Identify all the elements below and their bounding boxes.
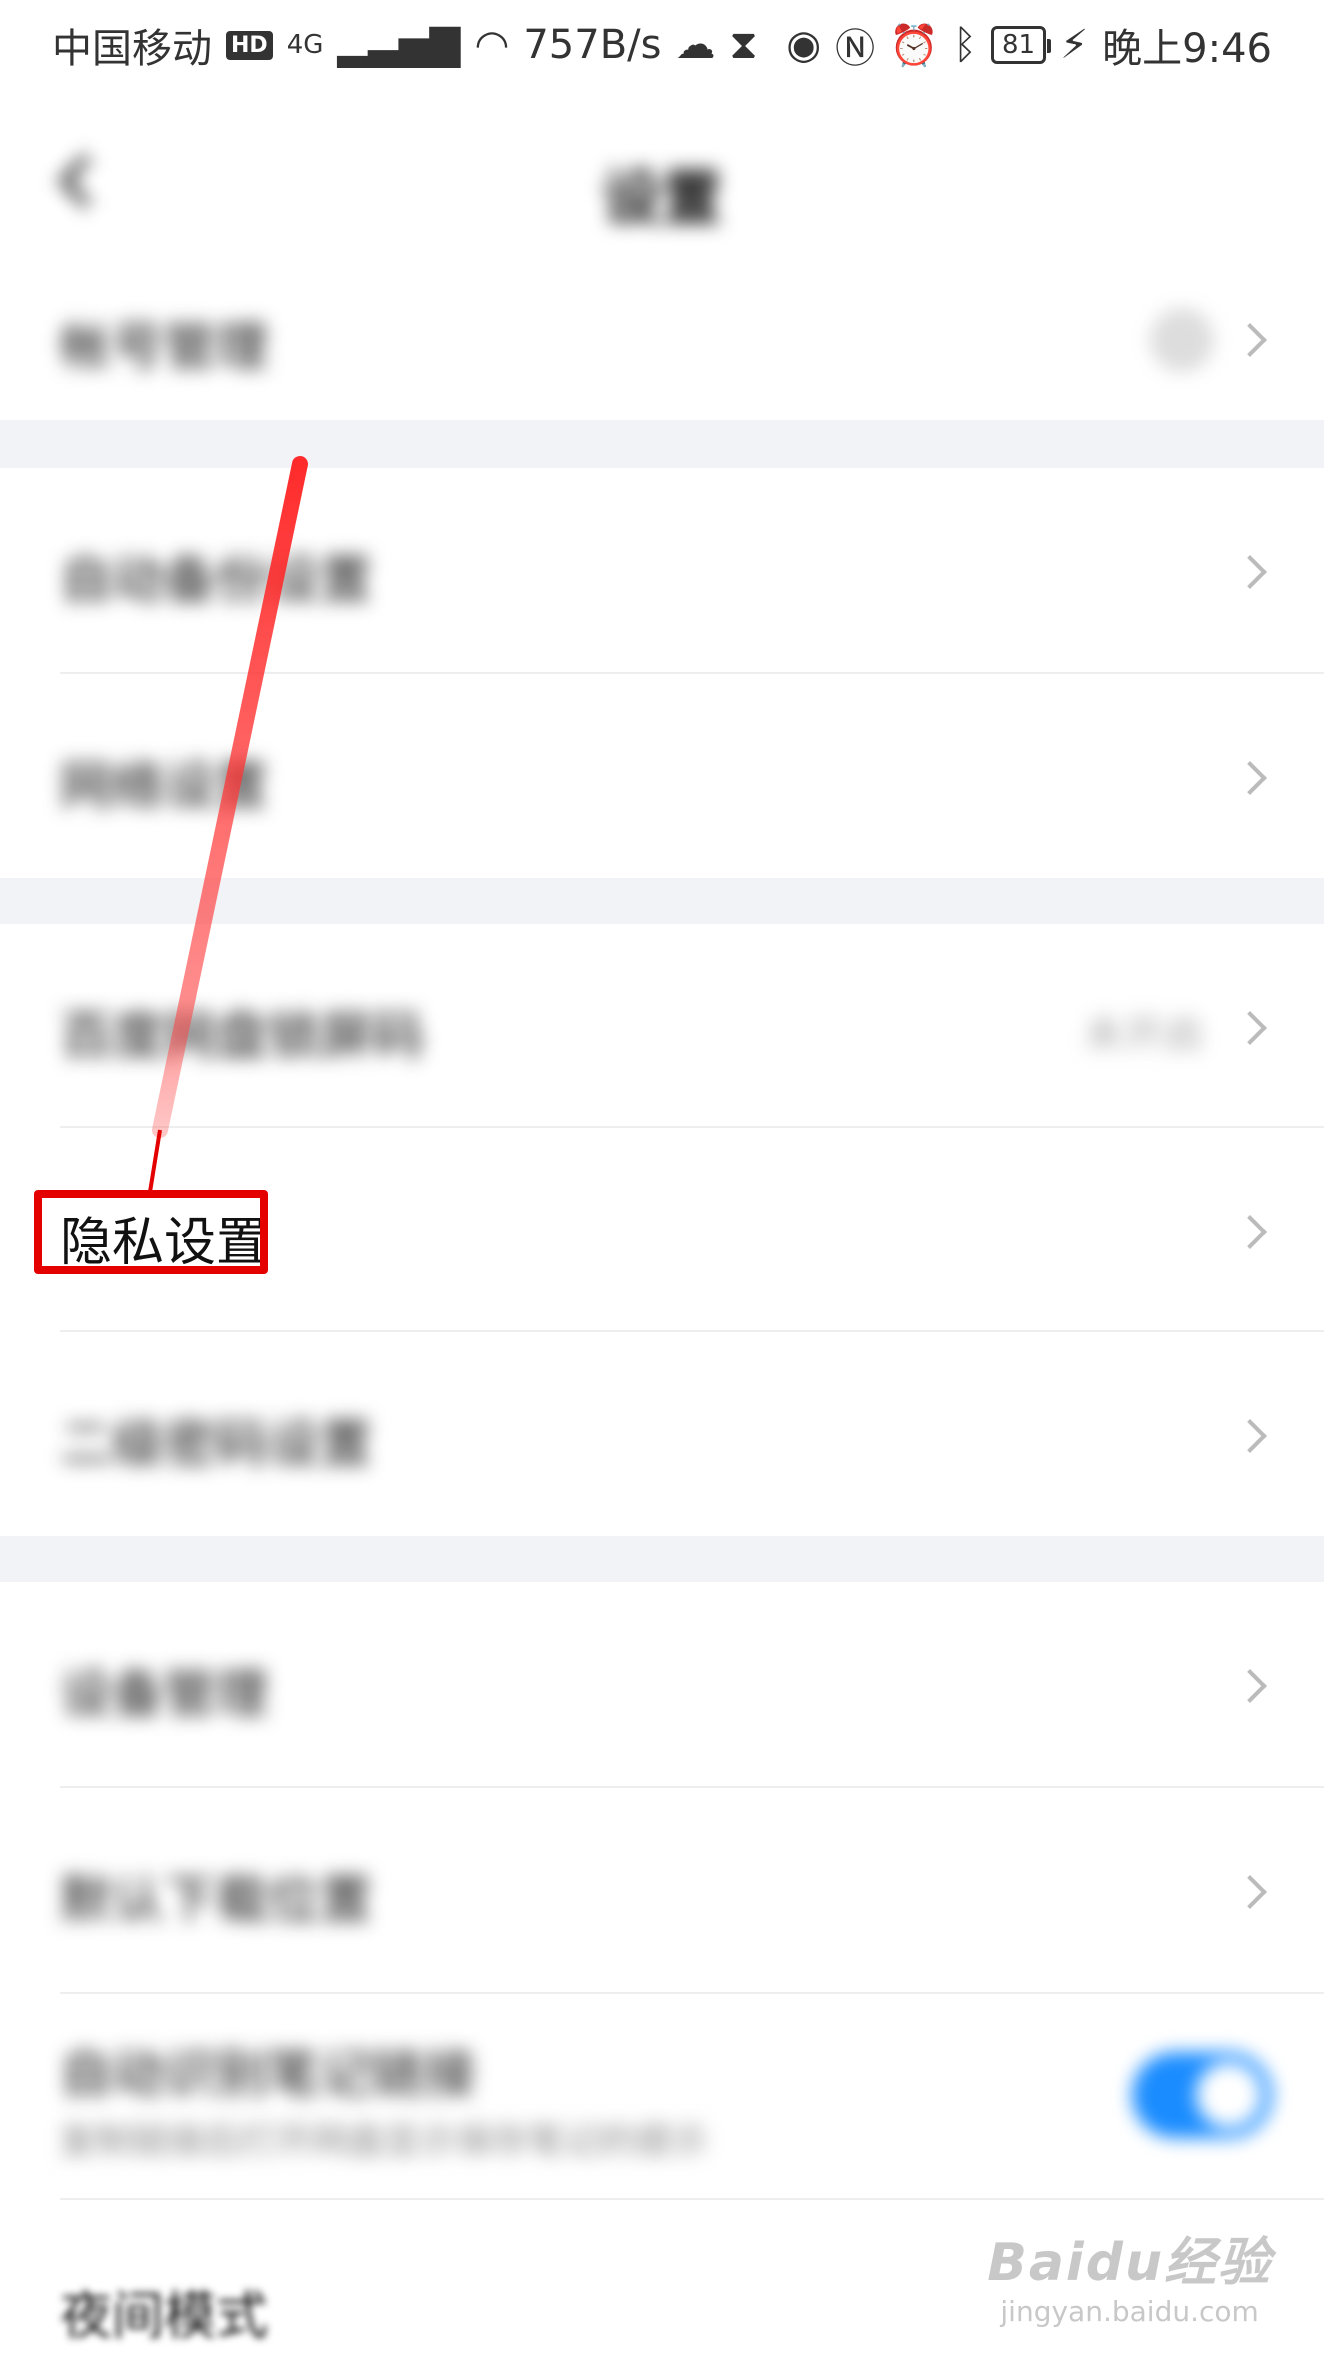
chevron-right-icon [1233,323,1267,357]
settings-item-label: 二级密码设置 [60,1415,373,1475]
avatar [1150,308,1214,372]
chevron-right-icon [1233,1419,1267,1453]
network-type: 4G [286,30,324,60]
alarm-icon: ⏰ [889,22,939,69]
settings-item-label: 夜间模式 [60,2287,269,2347]
bluetooth-icon: ᛒ [952,22,977,68]
nav-bar: 设置 [0,110,1324,260]
network-speed: 757B/s [523,22,662,68]
settings-item-auto-backup[interactable]: 自动备份设置 [0,468,1324,674]
app-notification-icon: ☁ [675,22,716,68]
settings-item-secondary-password[interactable]: 二级密码设置 [0,1332,1324,1536]
chevron-right-icon [1233,1875,1267,1909]
chevron-right-icon [1233,761,1267,795]
settings-item-device-management[interactable]: 设备管理 [0,1582,1324,1788]
charging-icon: ⚡ [1060,22,1089,68]
clock: 晚上9:46 [1102,26,1272,72]
chevron-right-icon [1233,555,1267,589]
watermark-brand: Baidu经验 [987,2233,1272,2293]
nfc-icon: Ⓝ [835,26,876,72]
settings-item-default-download-location[interactable]: 默认下载位置 [0,1788,1324,1994]
settings-item-label: 帐号管理 [60,318,269,378]
settings-item-auto-detect-note-links: 自动识别笔记链接 复制链接后打开网盘显示保存笔记的提示 [0,1994,1324,2200]
baidu-jingyan-watermark: Baidu经验 jingyan.baidu.com [987,2220,1272,2328]
chevron-right-icon [1233,1215,1267,1249]
carrier-name: 中国移动 [52,26,212,72]
settings-item-label: 默认下载位置 [60,1871,373,1931]
wifi-icon: ◠ [474,22,510,68]
note-link-toggle[interactable] [1132,2052,1272,2138]
chevron-right-icon [1233,1011,1267,1045]
settings-item-value: 未开启 [1084,1012,1204,1058]
settings-item-label: 自动备份设置 [60,551,373,611]
hourglass-icon: ⧗ [729,22,758,68]
signal-icon: ▂▃▅▇ [337,22,461,68]
section-gap [0,420,1324,468]
settings-item-account[interactable]: 帐号管理 [0,260,1324,420]
watermark-url: jingyan.baidu.com [1000,2295,1259,2328]
settings-item-label: 设备管理 [60,1665,269,1725]
settings-item-label: 自动识别笔记链接 [60,2045,477,2105]
hd-badge: HD [226,30,273,60]
settings-item-network[interactable]: 网络设置 [0,674,1324,878]
section-gap [0,1536,1324,1582]
settings-item-description: 复制链接后打开网盘显示保存笔记的提示 [60,2121,709,2162]
status-bar: 中国移动 HD 4G ▂▃▅▇ ◠ 757B/s ☁ ⧗ ◉ Ⓝ ⏰ ᛒ 81 … [0,0,1324,90]
battery-icon: 81 [990,26,1052,64]
settings-item-label: 百度网盘锁屏码 [60,1007,425,1067]
section-gap [0,878,1324,924]
toggle-knob [1196,2062,1262,2128]
page-title: 设置 [602,164,722,234]
annotation-highlight-box [34,1190,268,1274]
chevron-right-icon [1233,1669,1267,1703]
settings-item-lock-screen-code[interactable]: 百度网盘锁屏码 未开启 [0,924,1324,1128]
settings-item-label: 网络设置 [60,757,269,817]
eye-icon: ◉ [786,22,822,68]
